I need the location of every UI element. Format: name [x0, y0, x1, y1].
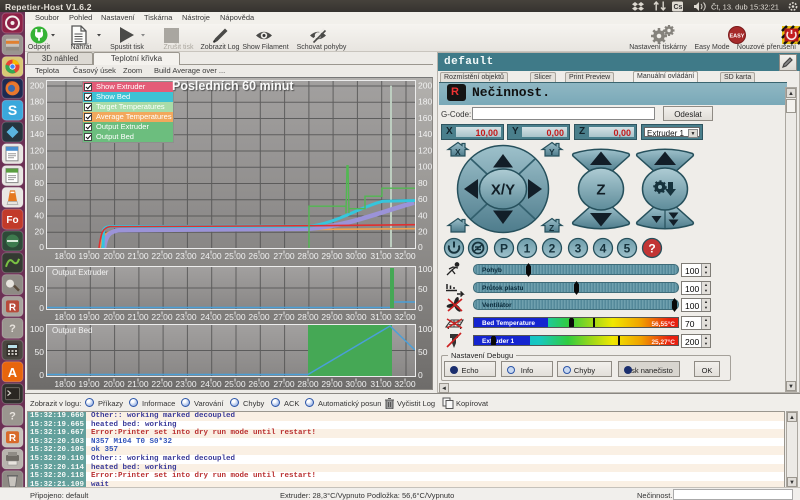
svg-text:30:00: 30:00 [345, 379, 367, 389]
svg-text:32:00: 32:00 [394, 312, 416, 322]
svg-text:21:00: 21:00 [127, 251, 149, 261]
svg-text:50: 50 [35, 284, 45, 294]
svg-text:?: ? [648, 242, 655, 256]
svg-text:5: 5 [624, 242, 631, 256]
svg-text:32:00: 32:00 [394, 379, 416, 389]
svg-text:50: 50 [35, 347, 45, 357]
svg-text:23:00: 23:00 [175, 251, 197, 261]
svg-text:S: S [8, 102, 17, 118]
svg-text:P: P [500, 242, 508, 256]
svg-text:20: 20 [418, 227, 428, 237]
svg-text:30:00: 30:00 [345, 312, 367, 322]
svg-text:0: 0 [39, 242, 44, 250]
svg-text:0: 0 [418, 242, 423, 250]
svg-text:19:00: 19:00 [78, 251, 100, 261]
svg-text:22:00: 22:00 [151, 379, 173, 389]
svg-text:27:00: 27:00 [273, 312, 295, 322]
svg-text:24:00: 24:00 [200, 379, 222, 389]
svg-text:60: 60 [35, 194, 45, 204]
svg-text:120: 120 [30, 146, 44, 156]
svg-text:25:00: 25:00 [224, 251, 246, 261]
svg-text:Čt, 13. dub 15:32:21: Čt, 13. dub 15:32:21 [711, 3, 779, 12]
svg-text:180: 180 [30, 97, 44, 107]
svg-text:28:00: 28:00 [297, 251, 319, 261]
svg-text:20: 20 [35, 227, 45, 237]
svg-text:80: 80 [35, 178, 45, 188]
svg-text:19:00: 19:00 [78, 312, 100, 322]
svg-text:200: 200 [418, 81, 432, 91]
svg-text:28:00: 28:00 [297, 312, 319, 322]
svg-text:200: 200 [30, 81, 44, 91]
svg-text:80: 80 [418, 178, 428, 188]
svg-text:27:00: 27:00 [273, 379, 295, 389]
svg-text:26:00: 26:00 [248, 312, 270, 322]
svg-text:?: ? [9, 323, 16, 335]
svg-text:25:00: 25:00 [224, 312, 246, 322]
svg-text:A: A [8, 365, 18, 380]
svg-text:1: 1 [524, 242, 531, 256]
svg-text:X: X [455, 147, 461, 157]
svg-text:100: 100 [418, 324, 432, 334]
svg-text:22:00: 22:00 [151, 251, 173, 261]
svg-text:4: 4 [600, 242, 607, 256]
svg-text:160: 160 [418, 113, 432, 123]
svg-text:20:00: 20:00 [103, 312, 125, 322]
svg-text:60: 60 [418, 194, 428, 204]
svg-text:25:00: 25:00 [224, 379, 246, 389]
svg-text:21:00: 21:00 [127, 379, 149, 389]
svg-text:?: ? [9, 410, 16, 422]
svg-text:26:00: 26:00 [248, 251, 270, 261]
svg-text:31:00: 31:00 [370, 312, 392, 322]
svg-text:22:00: 22:00 [151, 312, 173, 322]
svg-text:R: R [9, 433, 17, 444]
svg-text:24:00: 24:00 [200, 312, 222, 322]
svg-text:23:00: 23:00 [175, 379, 197, 389]
svg-text:X/Y: X/Y [491, 182, 515, 199]
svg-text:50: 50 [418, 284, 428, 294]
svg-text:180: 180 [418, 97, 432, 107]
svg-text:24:00: 24:00 [200, 251, 222, 261]
svg-text:28:00: 28:00 [297, 379, 319, 389]
svg-text:30:00: 30:00 [345, 251, 367, 261]
svg-text:120: 120 [418, 146, 432, 156]
svg-text:31:00: 31:00 [370, 251, 392, 261]
svg-text:21:00: 21:00 [127, 312, 149, 322]
svg-text:100: 100 [30, 324, 44, 334]
svg-text:20:00: 20:00 [103, 251, 125, 261]
svg-text:Fo: Fo [6, 215, 18, 226]
svg-text:100: 100 [418, 162, 432, 172]
svg-text:100: 100 [30, 264, 44, 274]
svg-text:18:00: 18:00 [54, 379, 76, 389]
svg-text:40: 40 [35, 211, 45, 221]
svg-text:100: 100 [30, 162, 44, 172]
svg-text:EASY: EASY [730, 34, 745, 40]
svg-text:27:00: 27:00 [273, 251, 295, 261]
svg-text:R: R [9, 302, 17, 313]
svg-text:23:00: 23:00 [175, 312, 197, 322]
svg-text:29:00: 29:00 [321, 312, 343, 322]
svg-text:140: 140 [418, 129, 432, 139]
svg-text:18:00: 18:00 [54, 251, 76, 261]
svg-text:Z: Z [596, 182, 605, 199]
svg-text:Cs: Cs [674, 4, 683, 11]
svg-text:160: 160 [30, 113, 44, 123]
svg-text:18:00: 18:00 [54, 312, 76, 322]
svg-text:Z: Z [549, 223, 554, 233]
svg-text:3: 3 [575, 242, 582, 256]
svg-text:32:00: 32:00 [394, 251, 416, 261]
svg-text:31:00: 31:00 [370, 379, 392, 389]
svg-text:26:00: 26:00 [248, 379, 270, 389]
svg-text:140: 140 [30, 129, 44, 139]
svg-text:29:00: 29:00 [321, 251, 343, 261]
svg-text:50: 50 [418, 347, 428, 357]
svg-text:29:00: 29:00 [321, 379, 343, 389]
svg-text:20:00: 20:00 [103, 379, 125, 389]
svg-text:100: 100 [418, 264, 432, 274]
svg-text:40: 40 [418, 211, 428, 221]
svg-text:Y: Y [549, 147, 555, 157]
svg-text:2: 2 [549, 242, 556, 256]
svg-text:19:00: 19:00 [78, 379, 100, 389]
